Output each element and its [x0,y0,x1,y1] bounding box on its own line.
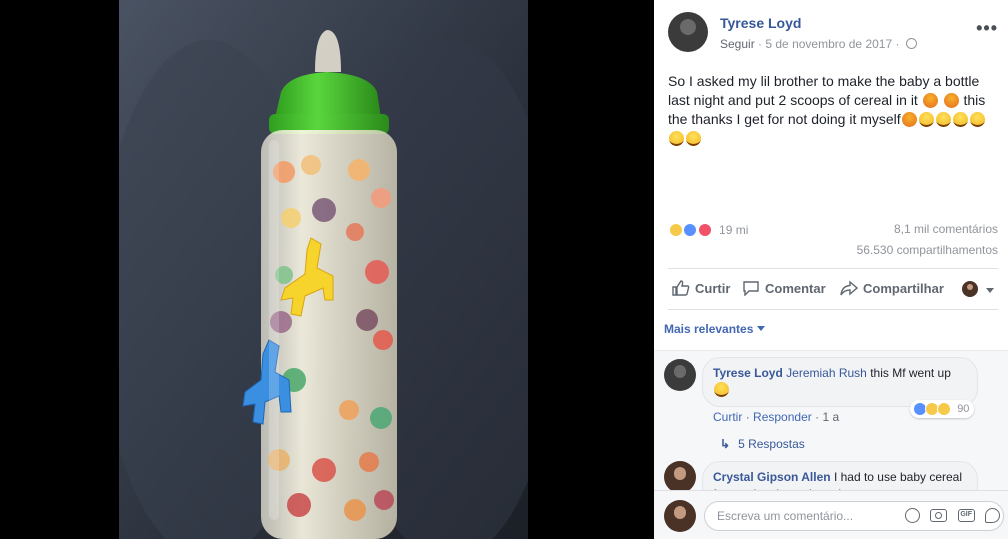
comment-composer: GIF [654,490,1008,539]
camera-icon[interactable] [930,509,948,523]
comment-button[interactable]: Comentar [742,280,826,296]
thumbs-up-icon [672,280,690,296]
comment-label: Comentar [765,281,826,296]
like-label: Curtir [695,281,731,296]
speech-bubble-icon [743,281,759,296]
laughing-emoji-icon [935,112,951,127]
comments-count[interactable]: 8,1 mil comentários [894,222,998,236]
reaction-count[interactable]: 19 mi [719,223,748,237]
laughing-emoji-icon [686,131,701,146]
meta-separator: · [758,37,763,51]
follow-link[interactable]: Seguir [720,37,755,51]
comment-filter-label: Mais relevantes [664,322,754,336]
reaction-summary[interactable]: 19 mi [668,222,748,238]
chevron-down-icon [986,288,994,293]
viewer-avatar [962,281,978,297]
comment-text: this Mf went up [870,366,951,380]
reply-arrow-icon: ↳ [720,437,731,451]
angry-emoji-icon [922,93,938,108]
post-text: So I asked my lil brother to make the ba… [668,72,998,148]
comment-reply-link[interactable]: Responder [753,410,812,424]
baby-bottle-image [119,0,528,539]
view-replies-link[interactable]: ↳ 5 Respostas [720,437,805,451]
laughing-emoji-icon [952,112,968,127]
post-photo[interactable] [119,0,528,539]
chevron-down-icon [757,326,766,331]
comment-time[interactable]: 1 a [822,410,839,424]
comment-actions: Curtir · Responder · 1 a [713,410,840,424]
author-avatar[interactable] [668,12,708,52]
post-stats: 19 mi 8,1 mil comentários 56.530 compart… [668,222,998,266]
comment-mention[interactable]: Jeremiah Rush [786,366,867,380]
post-actions: Curtir Comentar Compartilhar [668,278,998,302]
commenter-avatar[interactable] [664,359,696,391]
angry-emoji-icon [943,93,959,108]
author-name[interactable]: Tyrese Loyd [720,15,801,31]
share-label: Compartilhar [863,281,944,296]
post-meta: Seguir · 5 de novembro de 2017 · [720,37,917,51]
laughing-emoji-icon [969,112,985,127]
commenter-name[interactable]: Tyrese Loyd [713,366,783,380]
share-arrow-icon [840,280,858,296]
replies-label: 5 Respostas [738,437,805,451]
commenter-avatar[interactable] [664,461,696,490]
comment-filter-dropdown[interactable]: Mais relevantes [664,322,766,336]
post-date[interactable]: 5 de novembro de 2017 [765,37,892,51]
laughing-emoji-icon [669,131,684,146]
gif-icon[interactable]: GIF [957,509,975,523]
photo-viewer [0,0,654,539]
comments-list: Tyrese Loyd Jeremiah Rush this Mf went u… [654,350,1008,490]
share-button[interactable]: Compartilhar [840,280,944,296]
divider [668,309,998,310]
disappointed-emoji-icon [901,112,917,127]
laughing-emoji-icon [714,382,729,397]
like-button[interactable]: Curtir [672,280,730,296]
commenter-name[interactable]: Crystal Gipson Allen [713,470,831,484]
smiley-icon[interactable] [904,508,920,524]
more-options-button[interactable]: ••• [976,18,998,39]
divider [668,268,998,269]
comment-reaction-count: 90 [957,403,970,415]
post-header: Tyrese Loyd Seguir · 5 de novembro de 20… [668,12,998,56]
post-side-panel: Tyrese Loyd Seguir · 5 de novembro de 20… [654,0,1008,539]
comment-bubble: Crystal Gipson Allen I had to use baby c… [702,461,978,490]
comment-like-link[interactable]: Curtir [713,410,742,424]
globe-icon [905,38,917,49]
shares-count[interactable]: 56.530 compartilhamentos [857,243,998,257]
viewer-avatar [664,500,696,532]
wow-reaction-icon [937,402,952,416]
sticker-icon[interactable] [985,508,1000,524]
comment-reactions[interactable]: 90 [910,400,975,418]
laughing-emoji-icon [918,112,934,127]
post-as-selector[interactable] [962,279,998,299]
like-reaction-icon [682,222,699,238]
composer-tools: GIF [898,508,1000,524]
meta-separator-2: · [895,37,900,51]
love-reaction-icon [696,222,713,238]
